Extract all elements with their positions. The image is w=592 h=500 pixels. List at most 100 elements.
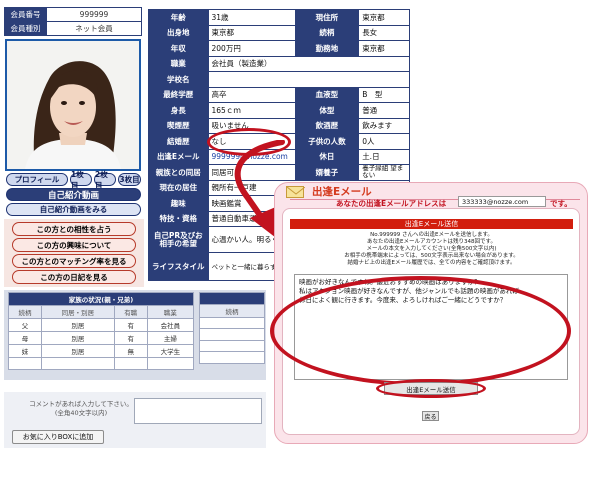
col-relation-2: 続柄 xyxy=(199,303,265,318)
table-cell: 妹 xyxy=(8,344,42,358)
envelope-icon xyxy=(286,186,306,198)
member-number-row: 会員番号 999999 xyxy=(4,7,142,22)
table-cell: 別居 xyxy=(40,344,115,358)
children-value: 0人 xyxy=(358,133,410,150)
tab-photo-2[interactable]: 2枚目 xyxy=(94,170,116,190)
profile-row: 学校名 xyxy=(148,71,410,88)
income-label: 年収 xyxy=(148,40,209,57)
family-table: 家族の状況(親・兄弟) 続柄 同居・別居 有職 職業 父 別居 有 会社員 母 … xyxy=(8,292,195,370)
matching-rate-button[interactable]: この方とのマッチング率を見る xyxy=(12,254,136,268)
interests-button[interactable]: この方の興味について xyxy=(12,238,136,252)
info-line: No.999999 さんへの出逢Eメールを送信します。 xyxy=(370,232,493,238)
table-cell: 別居 xyxy=(40,331,115,345)
self-pr-label: 自己PR及びお相手の希望 xyxy=(148,226,209,253)
video-heading: 自己紹介動画 xyxy=(6,188,141,201)
profile-row: 喫煙歴 吸いません 飲酒歴 飲みます xyxy=(148,117,410,134)
family-table-2: 続柄 xyxy=(199,292,265,364)
email-label: 出逢Eメール xyxy=(148,148,209,165)
my-email-field: 333333@nozze.com xyxy=(458,196,546,207)
workplace-label: 勤務地 xyxy=(294,40,360,57)
info-line: メールの本文を入力してください(全角500文字以内) xyxy=(366,246,497,252)
profile-row: 身長 165ｃｍ 体型 普通 xyxy=(148,102,410,119)
profile-row: 最終学歴 高卒 血液型 B 型 xyxy=(148,86,410,103)
highlight-ellipse-send xyxy=(376,379,486,398)
col-relation: 続柄 xyxy=(8,305,42,319)
table-cell: 有 xyxy=(113,318,148,332)
profile-photo-image xyxy=(7,41,139,169)
body-type-value: 普通 xyxy=(358,102,410,119)
member-info-table: 会員番号 999999 会員種別 ネット会員 xyxy=(4,7,142,36)
col-employed: 有職 xyxy=(113,305,148,319)
table-cell: 有 xyxy=(113,331,148,345)
profile-row: 年収 200万円 勤務地 東京都 xyxy=(148,40,410,57)
lifestyle-label: ライフスタイル xyxy=(148,252,209,281)
school-label: 学校名 xyxy=(148,71,209,88)
table-cell: 無 xyxy=(113,344,148,358)
profile-row: 出身地 東京都 続柄 長女 xyxy=(148,24,410,41)
drinking-label: 飲酒歴 xyxy=(294,117,360,134)
age-value: 31歳 xyxy=(207,9,296,26)
blood-type-value: B 型 xyxy=(358,86,410,103)
body-type-label: 体型 xyxy=(294,102,360,119)
table-cell: 別居 xyxy=(40,318,115,332)
col-job: 職業 xyxy=(146,305,195,319)
height-value: 165ｃｍ xyxy=(207,102,296,119)
profile-photo xyxy=(5,39,141,171)
blood-type-label: 血液型 xyxy=(294,86,360,103)
table-cell: 父 xyxy=(8,318,42,332)
residence-label: 現住所 xyxy=(294,9,360,26)
view-video-button[interactable]: 自己紹介動画をみる xyxy=(6,203,141,216)
mail-popup-title: 出逢Eメール xyxy=(312,186,372,198)
member-number-value: 999999 xyxy=(46,7,142,22)
profile-row: 年齢 31歳 現住所 東京都 xyxy=(148,9,410,26)
table-cell: 会社員 xyxy=(146,318,195,332)
education-value: 高卒 xyxy=(207,86,296,103)
occupation-label: 職業 xyxy=(148,55,209,72)
tab-photo-1[interactable]: 1枚目 xyxy=(70,170,92,190)
education-label: 最終学歴 xyxy=(148,86,209,103)
residence-value: 東京都 xyxy=(358,9,410,26)
table-row: 母 別居 有 主婦 xyxy=(8,331,195,345)
comment-input[interactable] xyxy=(134,398,262,424)
table-row: 父 別居 有 会社員 xyxy=(8,318,195,332)
tab-photo-3[interactable]: 3枚目 xyxy=(118,173,141,186)
occupation-value: 会社員（製造業） xyxy=(207,55,410,72)
family-cohabit-label: 親族との同居 xyxy=(148,164,209,181)
income-value: 200万円 xyxy=(207,40,296,57)
age-label: 年齢 xyxy=(148,9,209,26)
hobby-label: 趣味 xyxy=(148,195,209,212)
info-line: あなたの出逢Eメールアカウントは残り348回です。 xyxy=(367,239,496,245)
school-value xyxy=(207,71,410,88)
relationship-value: 長女 xyxy=(358,24,410,41)
family-title: 家族の状況(親・兄弟) xyxy=(8,292,194,306)
adoption-value: 養子縁組 望まない xyxy=(358,164,410,181)
profile-row: 職業 会社員（製造業） xyxy=(148,55,410,72)
dwelling-label: 現在の居住 xyxy=(148,179,209,196)
holiday-value: 土.日 xyxy=(358,148,410,165)
comment-hint: コメントがあれば入力して下さい。 (全角40文字以内) xyxy=(29,400,133,417)
diary-button[interactable]: この方の日記を見る xyxy=(12,270,136,284)
member-type-value: ネット会員 xyxy=(46,21,142,36)
height-label: 身長 xyxy=(148,102,209,119)
col-cohabit: 同居・別居 xyxy=(40,305,115,319)
marriage-history-label: 結婚歴 xyxy=(148,133,209,150)
add-favorite-button[interactable]: お気に入りBOXに追加 xyxy=(12,430,104,444)
send-header: 出逢Eメール送信 xyxy=(290,219,573,229)
skills-label: 特技・資格 xyxy=(148,210,209,227)
info-line: お相手の携帯端末によっては、500文字表示出来ない場合があります。 xyxy=(344,253,519,259)
back-button[interactable]: 戻る xyxy=(422,411,439,421)
compatibility-fortune-button[interactable]: この方との相性を占う xyxy=(12,222,136,236)
table-cell: 大学生 xyxy=(146,344,195,358)
relationship-label: 続柄 xyxy=(294,24,360,41)
highlight-ellipse-body xyxy=(270,276,571,386)
member-type-label: 会員種別 xyxy=(4,21,47,36)
tab-profile[interactable]: プロフィール xyxy=(6,173,68,186)
table-cell: 主婦 xyxy=(146,331,195,345)
member-type-row: 会員種別 ネット会員 xyxy=(4,21,142,36)
birthplace-value: 東京都 xyxy=(207,24,296,41)
birthplace-label: 出身地 xyxy=(148,24,209,41)
member-number-label: 会員番号 xyxy=(4,7,47,22)
info-line: 結婚ナビ上の出逢Eメール履歴では、全ての内容をご確認頂けます。 xyxy=(347,260,516,266)
table-cell: 母 xyxy=(8,331,42,345)
workplace-value: 東京都 xyxy=(358,40,410,57)
